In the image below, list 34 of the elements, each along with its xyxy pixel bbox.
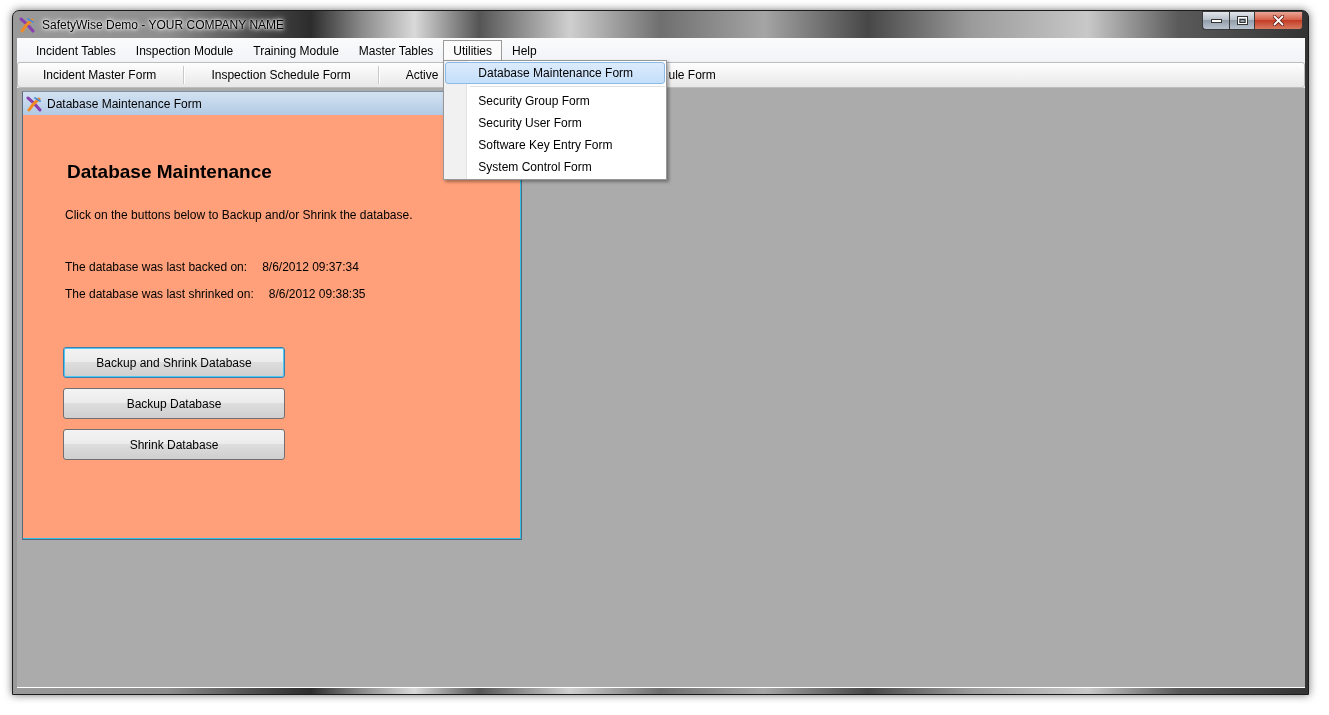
minimize-icon [1210,18,1222,23]
maximize-icon [1236,16,1248,25]
form-heading: Database Maintenance [67,161,272,183]
menu-item[interactable]: Security Group Form [445,90,666,112]
info-value: 8/6/2012 09:37:34 [262,260,359,274]
maximize-button[interactable] [1229,11,1255,30]
instructions-text: Click on the buttons below to Backup and/or Shrink the database. [65,208,413,222]
info-label: The database was last backed on: [65,260,248,274]
cross-logo-icon [26,95,42,112]
action-button[interactable]: Backup and Shrink Database [63,347,285,378]
info-label: The database was last shrinked on: [65,287,254,301]
menu-item[interactable]: Help [502,40,547,62]
toolbar-button[interactable]: Incident Master Form [20,65,180,85]
menu-item[interactable]: Training Module [243,40,349,62]
menu-item[interactable]: System Control Form [445,156,666,178]
toolbar-button[interactable]: Active [382,65,439,85]
menu-item[interactable]: Database Maintenance Form [445,62,666,84]
menu-item[interactable]: Inspection Module [125,40,244,62]
minimize-button[interactable] [1202,11,1229,30]
action-button[interactable]: Backup Database [63,388,285,419]
close-icon [1273,15,1284,26]
menu-item[interactable]: Incident Tables [26,40,126,62]
menu-item[interactable]: Security User Form [445,112,666,134]
action-button[interactable]: Shrink Database [63,429,285,460]
child-window-title: Database Maintenance Form [47,95,202,113]
menu-item[interactable]: Utilities [443,40,502,62]
menu-item[interactable]: Master Tables [348,40,444,62]
close-button[interactable] [1255,11,1303,30]
info-value: 8/6/2012 09:38:35 [268,287,366,301]
toolbar-button[interactable]: ule Form [668,65,739,85]
window-title: SafetyWise Demo - YOUR COMPANY NAME [40,16,286,33]
menu-item[interactable]: Software Key Entry Form [445,134,666,156]
cross-logo-icon [19,16,35,33]
toolbar-button[interactable]: Inspection Schedule Form [188,65,374,85]
